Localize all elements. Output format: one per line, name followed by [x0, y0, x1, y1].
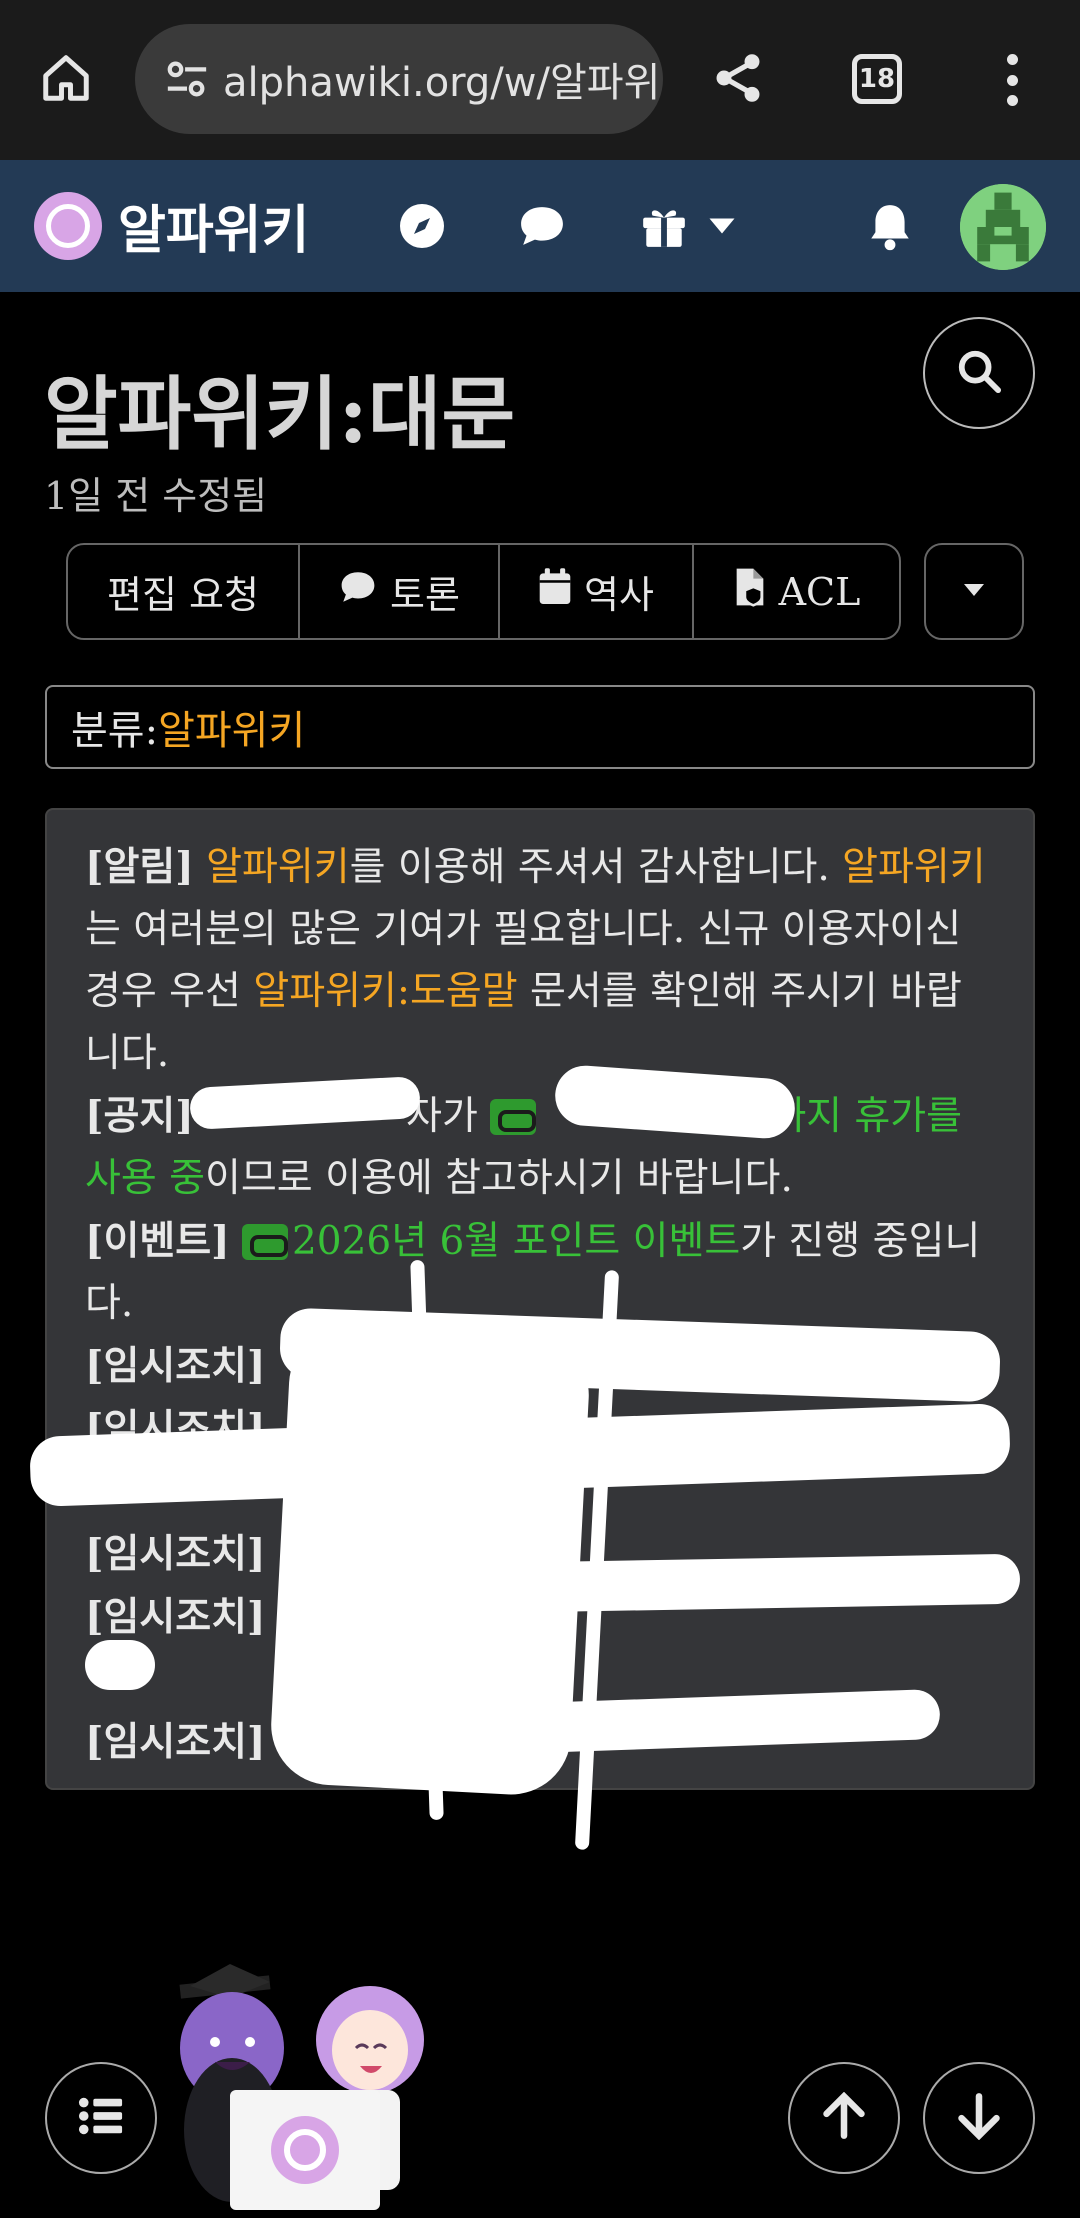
alphawiki-link[interactable]: 알파위키 — [842, 845, 986, 890]
tabs-icon[interactable]: 18 — [852, 54, 902, 104]
page-actions: 편집 요청 토론 역사 ACL — [66, 543, 901, 640]
scroll-bottom-button[interactable] — [923, 2062, 1035, 2174]
edit-request-label: 편집 요청 — [107, 573, 259, 617]
avatar[interactable] — [960, 184, 1046, 270]
arrow-down-icon — [957, 2092, 1001, 2144]
notice-tag: [공지] — [85, 1093, 194, 1139]
help-link[interactable]: 알파위키:도움말 — [253, 969, 517, 1014]
more-actions-button[interactable] — [924, 543, 1024, 640]
mascot-illustration — [160, 1950, 460, 2218]
event-tag: [이벤트] — [85, 1218, 230, 1264]
notice-text-b: 이므로 이용에 참고하시기 바랍니다. — [205, 1156, 793, 1201]
event-link[interactable]: 2026년 6월 포인트 이벤트 — [292, 1219, 740, 1264]
page-title: 알파위키:대문 — [44, 367, 516, 461]
arrow-up-icon — [822, 2091, 866, 2144]
history-label: 역사 — [584, 573, 654, 617]
list-icon — [78, 2096, 124, 2140]
chevron-down-icon[interactable] — [694, 198, 750, 254]
temp-tag: [임시조치] — [85, 1343, 266, 1389]
address-bar[interactable]: alphawiki.org/w/알파위 — [135, 24, 663, 134]
category-link[interactable]: 알파위키 — [158, 698, 305, 756]
link-icon — [241, 1224, 288, 1260]
calendar-icon — [538, 568, 572, 615]
site-name[interactable]: 알파위키 — [118, 188, 309, 263]
acl-label: ACL — [778, 569, 861, 614]
last-modified[interactable]: 1일 전 수정됨 — [44, 465, 267, 520]
temp-tag: [임시조치] — [85, 1531, 266, 1577]
edit-request-button[interactable]: 편집 요청 — [68, 545, 300, 638]
tab-count: 18 — [858, 64, 896, 94]
search-icon — [956, 348, 1002, 398]
alert-tag: [알림] — [85, 844, 194, 890]
temp-tag: [임시조치] — [85, 1594, 266, 1640]
toc-button[interactable] — [45, 2062, 157, 2174]
file-shield-icon — [733, 567, 767, 616]
category-label: 분류: — [71, 708, 159, 754]
more-vert-icon[interactable] — [990, 48, 1034, 112]
home-icon[interactable] — [34, 46, 98, 110]
category-box: 분류: 알파위키 — [45, 685, 1035, 769]
history-button[interactable]: 역사 — [500, 545, 694, 638]
search-button[interactable] — [923, 317, 1035, 429]
site-navbar: 알파위키 — [0, 160, 1080, 292]
share-icon[interactable] — [706, 46, 770, 110]
link-icon — [490, 1099, 537, 1135]
acl-button[interactable]: ACL — [694, 545, 899, 638]
browser-toolbar: alphawiki.org/w/알파위 18 — [0, 0, 1080, 160]
compass-icon[interactable] — [394, 198, 450, 254]
alphawiki-link[interactable]: 알파위키 — [206, 845, 350, 890]
chat-icon — [338, 569, 378, 614]
bell-icon[interactable] — [862, 198, 918, 254]
discussion-button[interactable]: 토론 — [300, 545, 500, 638]
gift-icon[interactable] — [636, 198, 692, 254]
url-text: alphawiki.org/w/알파위 — [223, 60, 661, 106]
discussion-label: 토론 — [390, 573, 460, 617]
scroll-top-button[interactable] — [788, 2062, 900, 2174]
alert-text-1: 를 이용해 주셔서 감사합니다. — [349, 845, 843, 890]
caret-down-icon — [961, 582, 987, 602]
tune-icon[interactable] — [157, 59, 217, 99]
chat-icon[interactable] — [514, 198, 570, 254]
temp-tag: [임시조치] — [85, 1719, 266, 1765]
site-logo[interactable] — [34, 192, 102, 260]
notice-alert: [알림] 알파위키를 이용해 주셔서 감사합니다. 알파위키는 여러분의 많은 … — [85, 836, 997, 1085]
